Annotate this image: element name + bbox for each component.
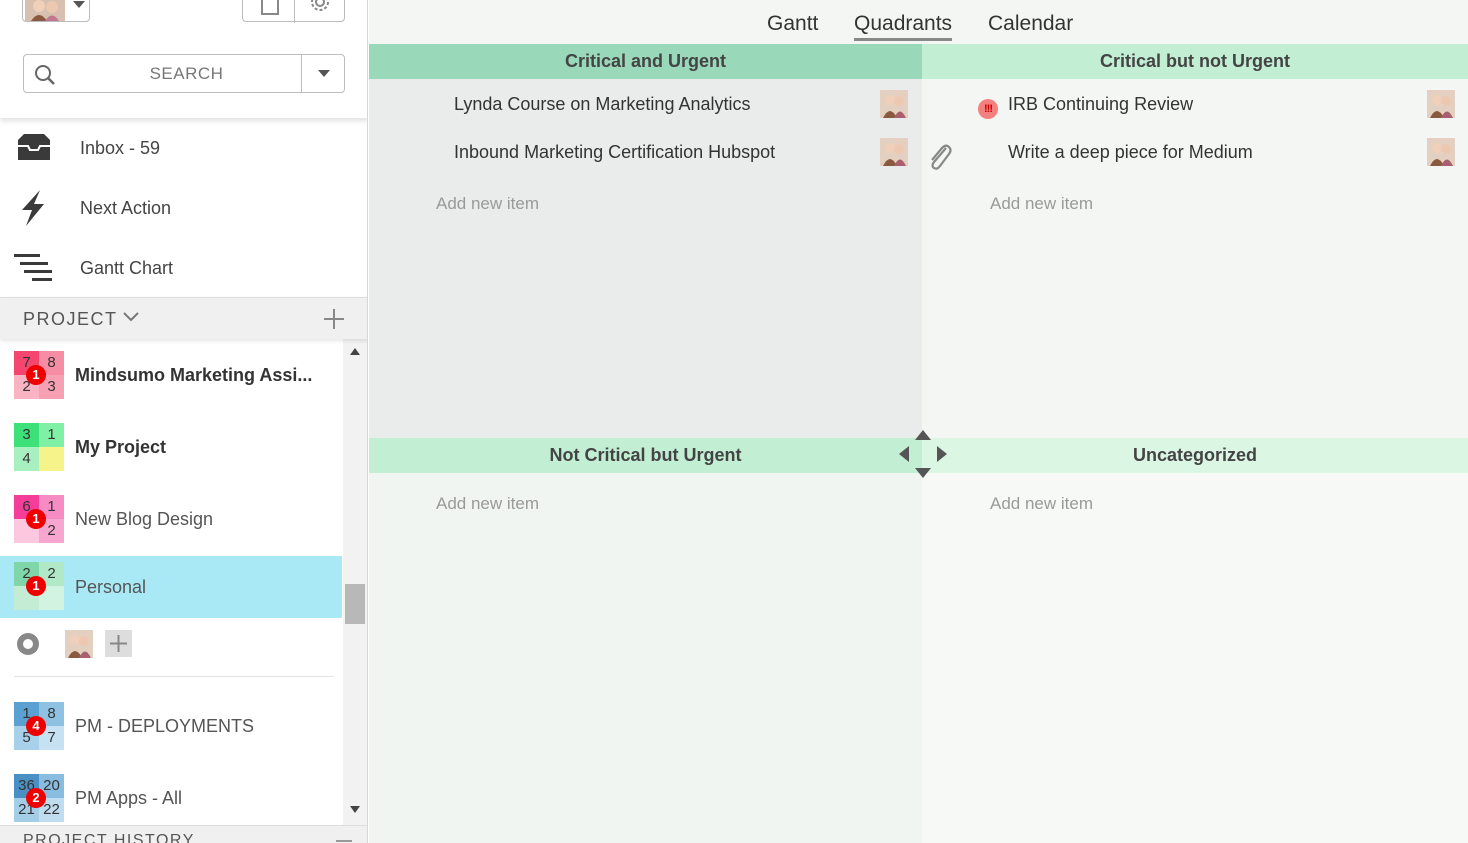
scroll-thumb[interactable] <box>345 584 365 624</box>
notification-badge: 4 <box>26 716 46 736</box>
search-dropdown-button[interactable] <box>301 55 345 92</box>
project-item[interactable]: 6 1 2 1 New Blog Design <box>0 483 342 555</box>
project-name[interactable]: My Project <box>75 411 166 483</box>
nav-item-gantt-chart[interactable]: Gantt Chart <box>0 238 367 298</box>
project-quadrant-icon: 314 <box>14 423 64 471</box>
project-name[interactable]: New Blog Design <box>75 483 213 555</box>
tab-gantt[interactable]: Gantt <box>767 12 818 36</box>
nav-item-next-action[interactable]: Next Action <box>0 178 367 238</box>
gantt-icon <box>14 254 52 281</box>
project-quadrant-icon: 36 20 21 22 2 <box>14 774 64 822</box>
project-item[interactable]: 7 8 2 3 1 Mindsumo Marketing Assi... <box>0 339 342 411</box>
user-menu-button[interactable] <box>22 0 90 22</box>
scroll-up-icon[interactable] <box>350 348 360 355</box>
project-list: 7 8 2 3 1 Mindsumo Marketing Assi... 3 1 4 My Pro… <box>0 339 342 825</box>
project-quadrant-icon: 78231 <box>14 351 64 399</box>
search-icon <box>35 65 55 85</box>
add-new-item-link[interactable]: Add new item <box>990 494 1093 514</box>
project-item[interactable]: 3 1 4 My Project <box>0 411 342 483</box>
task-title[interactable]: IRB Continuing Review <box>1008 84 1193 124</box>
quadrant-title: Not Critical but Urgent <box>369 438 922 473</box>
assignee-avatar[interactable] <box>1427 138 1455 166</box>
main-panel: Gantt Quadrants Calendar Critical and Ur… <box>369 0 1468 843</box>
quadrant-uncategorized: Uncategorized Add new item <box>922 438 1468 843</box>
attachment-icon[interactable] <box>926 142 952 170</box>
tab-quadrants[interactable]: Quadrants <box>854 12 953 41</box>
project-item[interactable]: 2 2 1 Personal <box>0 556 342 618</box>
quadrant-critical-not-urgent: Critical but not Urgent !!! IRB Continui… <box>922 44 1468 438</box>
project-item[interactable]: 36 20 21 22 2 PM Apps - All <box>0 762 342 825</box>
project-list-scrollbar[interactable] <box>343 339 367 825</box>
project-history-label: PROJECT HISTORY <box>23 832 195 843</box>
quadrant-count: 4 <box>14 447 39 471</box>
task-item[interactable]: Write a deep piece for Medium <box>922 132 1468 172</box>
task-item[interactable]: Inbound Marketing Certification Hubspot <box>369 132 922 172</box>
project-item[interactable]: 1 8 5 7 4 PM - DEPLOYMENTS <box>0 690 342 762</box>
project-members-row <box>0 618 342 677</box>
add-member-icon[interactable] <box>105 630 132 657</box>
project-name[interactable]: PM Apps - All <box>75 762 182 825</box>
notification-badge: 1 <box>26 365 46 385</box>
anonymous-user-icon[interactable] <box>15 631 41 657</box>
chevron-down-icon <box>73 1 85 8</box>
project-quadrant-icon: 18574 <box>14 702 64 750</box>
project-quadrant-icon: 6121 <box>14 495 64 543</box>
tab-calendar[interactable]: Calendar <box>988 12 1073 36</box>
task-title[interactable]: Write a deep piece for Medium <box>1008 132 1253 172</box>
assignee-avatar[interactable] <box>880 138 908 166</box>
project-quadrant-icon: 221 <box>14 562 64 610</box>
add-project-icon[interactable] <box>322 307 346 331</box>
search-box[interactable]: SEARCH <box>23 54 345 93</box>
quadrant-title: Critical but not Urgent <box>922 44 1468 79</box>
notification-badge: 1 <box>26 509 46 529</box>
quadrant-critical-urgent: Critical and Urgent Lynda Course on Mark… <box>369 44 922 438</box>
project-name[interactable]: Personal <box>75 556 146 618</box>
gear-icon[interactable] <box>307 0 333 17</box>
add-new-item-link[interactable]: Add new item <box>990 194 1093 214</box>
quadrant-title: Uncategorized <box>922 438 1468 473</box>
project-name[interactable]: PM - DEPLOYMENTS <box>75 690 254 762</box>
member-avatar[interactable] <box>65 630 93 658</box>
quadrant-title: Critical and Urgent <box>369 44 922 79</box>
chevron-down-icon[interactable] <box>122 310 140 324</box>
document-icon[interactable] <box>261 0 279 15</box>
project-header-label: PROJECT <box>23 309 118 329</box>
notification-badge: 2 <box>26 788 46 808</box>
task-title[interactable]: Inbound Marketing Certification Hubspot <box>454 132 775 172</box>
project-section-header[interactable]: PROJECT <box>0 297 367 339</box>
task-title[interactable]: Lynda Course on Marketing Analytics <box>454 84 751 124</box>
toolbar-buttons <box>242 0 345 23</box>
quadrant-count: 3 <box>14 423 39 447</box>
task-item[interactable]: Lynda Course on Marketing Analytics <box>369 84 922 124</box>
assignee-avatar[interactable] <box>1427 90 1455 118</box>
user-avatar <box>25 0 65 21</box>
scroll-down-icon[interactable] <box>350 806 360 813</box>
nav-item-inbox[interactable]: Inbox - 59 <box>0 118 367 178</box>
quadrant-not-critical-urgent: Not Critical but Urgent Add new item <box>369 438 922 843</box>
quadrant-count: 1 <box>39 423 64 447</box>
sidebar: SEARCH Inbox - 59 Next Action Gantt Char… <box>0 0 368 843</box>
notification-badge: 1 <box>26 576 46 596</box>
search-input[interactable]: SEARCH <box>64 55 309 92</box>
collapse-icon[interactable] <box>336 840 352 842</box>
project-history-header[interactable]: PROJECT HISTORY <box>0 825 367 843</box>
assignee-avatar[interactable] <box>880 90 908 118</box>
view-tabs: Gantt Quadrants Calendar <box>369 0 1468 44</box>
add-new-item-link[interactable]: Add new item <box>436 494 539 514</box>
move-arrows-icon[interactable] <box>897 428 949 480</box>
add-new-item-link[interactable]: Add new item <box>436 194 539 214</box>
sidebar-topbar: SEARCH <box>0 0 367 118</box>
nav-item-label: Next Action <box>80 198 172 218</box>
lightning-icon <box>22 190 44 226</box>
nav-item-label: Inbox - 59 <box>80 138 161 158</box>
project-name[interactable]: Mindsumo Marketing Assi... <box>75 339 312 411</box>
inbox-icon <box>18 134 50 160</box>
task-item[interactable]: !!! IRB Continuing Review <box>922 84 1468 124</box>
urgent-flag-icon: !!! <box>978 99 998 119</box>
nav-item-label: Gantt Chart <box>80 258 174 278</box>
quadrant-count <box>39 447 64 471</box>
